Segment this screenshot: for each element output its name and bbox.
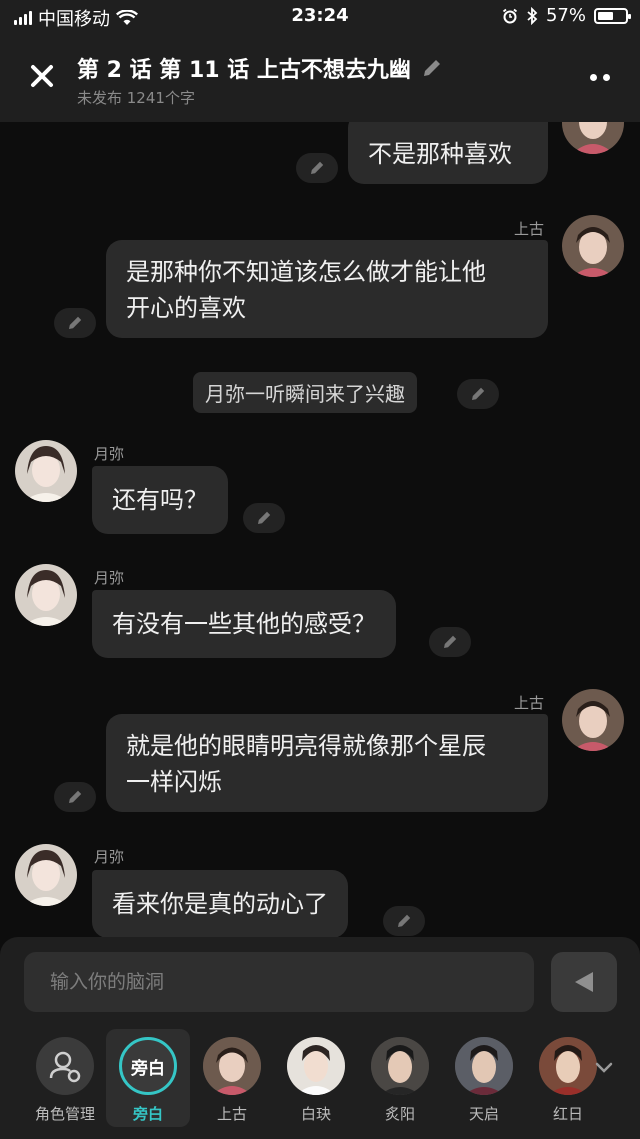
role-selector: 角色管理 旁白 旁白 上古 白玦 炙阳 天启 红日	[0, 1029, 640, 1129]
bluetooth-icon	[527, 6, 538, 25]
avatar-tianqi	[455, 1037, 513, 1095]
message-text: 有没有一些其他的感受？	[112, 610, 376, 638]
send-icon	[575, 972, 593, 992]
episode-title-text: 第 2 话 第 11 话 上古不想去九幽	[77, 58, 411, 83]
avatar-hongri	[539, 1037, 597, 1095]
edit-message-button[interactable]	[296, 153, 338, 183]
pencil-icon	[311, 161, 324, 174]
role-hongri[interactable]: 红日	[526, 1037, 610, 1124]
speaker-name: 月弥	[94, 445, 125, 463]
edit-message-button[interactable]	[457, 379, 499, 409]
battery-fill	[598, 11, 613, 20]
avatar-zhiyang	[371, 1037, 429, 1095]
speaker-name: 上古	[514, 220, 545, 238]
narrator-badge: 旁白	[119, 1037, 177, 1095]
edit-message-button[interactable]	[54, 782, 96, 812]
avatar-yuemi[interactable]	[15, 564, 77, 626]
role-label: 白玦	[300, 1105, 331, 1123]
edit-message-button[interactable]	[429, 627, 471, 657]
battery-icon	[594, 7, 631, 24]
edit-message-button[interactable]	[243, 503, 285, 533]
pencil-icon	[398, 914, 411, 927]
role-label: 红日	[552, 1105, 583, 1123]
message-input[interactable]: 输入你的脑洞	[24, 952, 534, 1012]
message-text: 还有吗？	[112, 486, 208, 514]
person-gear-icon	[36, 1037, 94, 1095]
role-baijue[interactable]: 白玦	[274, 1037, 358, 1124]
role-zhiyang[interactable]: 炙阳	[358, 1037, 442, 1124]
message-text-line: 一样闪烁	[126, 768, 222, 796]
episode-subtitle: 未发布 1241个字	[77, 89, 195, 107]
message-text: 看来你是真的动心了	[112, 890, 328, 918]
edit-message-button[interactable]	[383, 906, 425, 936]
edit-message-button[interactable]	[54, 308, 96, 338]
send-button[interactable]	[551, 952, 617, 1012]
speaker-name: 月弥	[94, 848, 125, 866]
status-right: 57%	[502, 5, 631, 26]
close-icon[interactable]	[26, 60, 58, 92]
avatar-shanggu[interactable]	[562, 215, 624, 277]
speaker-name: 月弥	[94, 569, 125, 587]
role-label: 炙阳	[384, 1105, 415, 1123]
role-label: 天启	[468, 1105, 499, 1123]
speaker-name: 上古	[514, 694, 545, 712]
episode-title[interactable]: 第 2 话 第 11 话 上古不想去九幽	[77, 52, 443, 84]
pencil-icon	[69, 790, 82, 803]
battery-percent: 57%	[545, 5, 586, 26]
message-text-line: 开心的喜欢	[126, 294, 246, 322]
pencil-icon[interactable]	[421, 57, 443, 79]
message-bubble[interactable]: 看来你是真的动心了	[92, 870, 348, 937]
role-label: 上古	[216, 1105, 247, 1123]
message-bubble[interactable]: 有没有一些其他的感受？	[92, 590, 396, 658]
avatar-yuemi[interactable]	[15, 844, 77, 906]
composer-panel: 输入你的脑洞 角色管理 旁白 旁白 上古 白玦 炙阳 天启 红日	[0, 937, 640, 1139]
message-text-line: 是那种你不知道该怎么做才能让他	[126, 258, 486, 286]
pencil-icon	[258, 511, 271, 524]
chevron-down-icon[interactable]	[592, 1055, 616, 1079]
role-label: 角色管理	[34, 1105, 95, 1123]
avatar-shanggu[interactable]	[562, 122, 624, 154]
chat-area: 不是那种喜欢 上古 是那种你不知道该怎么做才能让他 开心的喜欢 月弥一听瞬间来了…	[0, 122, 640, 937]
message-bubble[interactable]: 是那种你不知道该怎么做才能让他 开心的喜欢	[106, 240, 548, 338]
status-bar: 中国移动 23:24 57%	[0, 0, 640, 32]
alarm-icon	[502, 8, 518, 23]
avatar-baijue	[287, 1037, 345, 1095]
message-bubble[interactable]: 不是那种喜欢	[348, 122, 548, 184]
narration-bubble[interactable]: 月弥一听瞬间来了兴趣	[193, 372, 417, 413]
episode-header: 第 2 话 第 11 话 上古不想去九幽 未发布 1241个字	[0, 32, 640, 122]
role-narrator[interactable]: 旁白 旁白	[106, 1029, 190, 1127]
avatar-yuemi[interactable]	[15, 440, 77, 502]
more-options-button[interactable]	[590, 74, 610, 81]
avatar-shanggu[interactable]	[562, 689, 624, 751]
role-label: 旁白	[132, 1105, 163, 1123]
narration-text: 月弥一听瞬间来了兴趣	[205, 382, 405, 406]
avatar-shanggu	[203, 1037, 261, 1095]
pencil-icon	[472, 387, 485, 400]
pencil-icon	[69, 316, 82, 329]
role-tianqi[interactable]: 天启	[442, 1037, 526, 1124]
role-shanggu[interactable]: 上古	[190, 1037, 274, 1124]
message-bubble[interactable]: 还有吗？	[92, 466, 228, 534]
pencil-icon	[444, 635, 457, 648]
message-bubble[interactable]: 就是他的眼睛明亮得就像那个星辰 一样闪烁	[106, 714, 548, 812]
role-manage-button[interactable]: 角色管理	[23, 1037, 107, 1124]
message-text-line: 就是他的眼睛明亮得就像那个星辰	[126, 732, 486, 760]
message-text: 不是那种喜欢	[368, 140, 512, 168]
